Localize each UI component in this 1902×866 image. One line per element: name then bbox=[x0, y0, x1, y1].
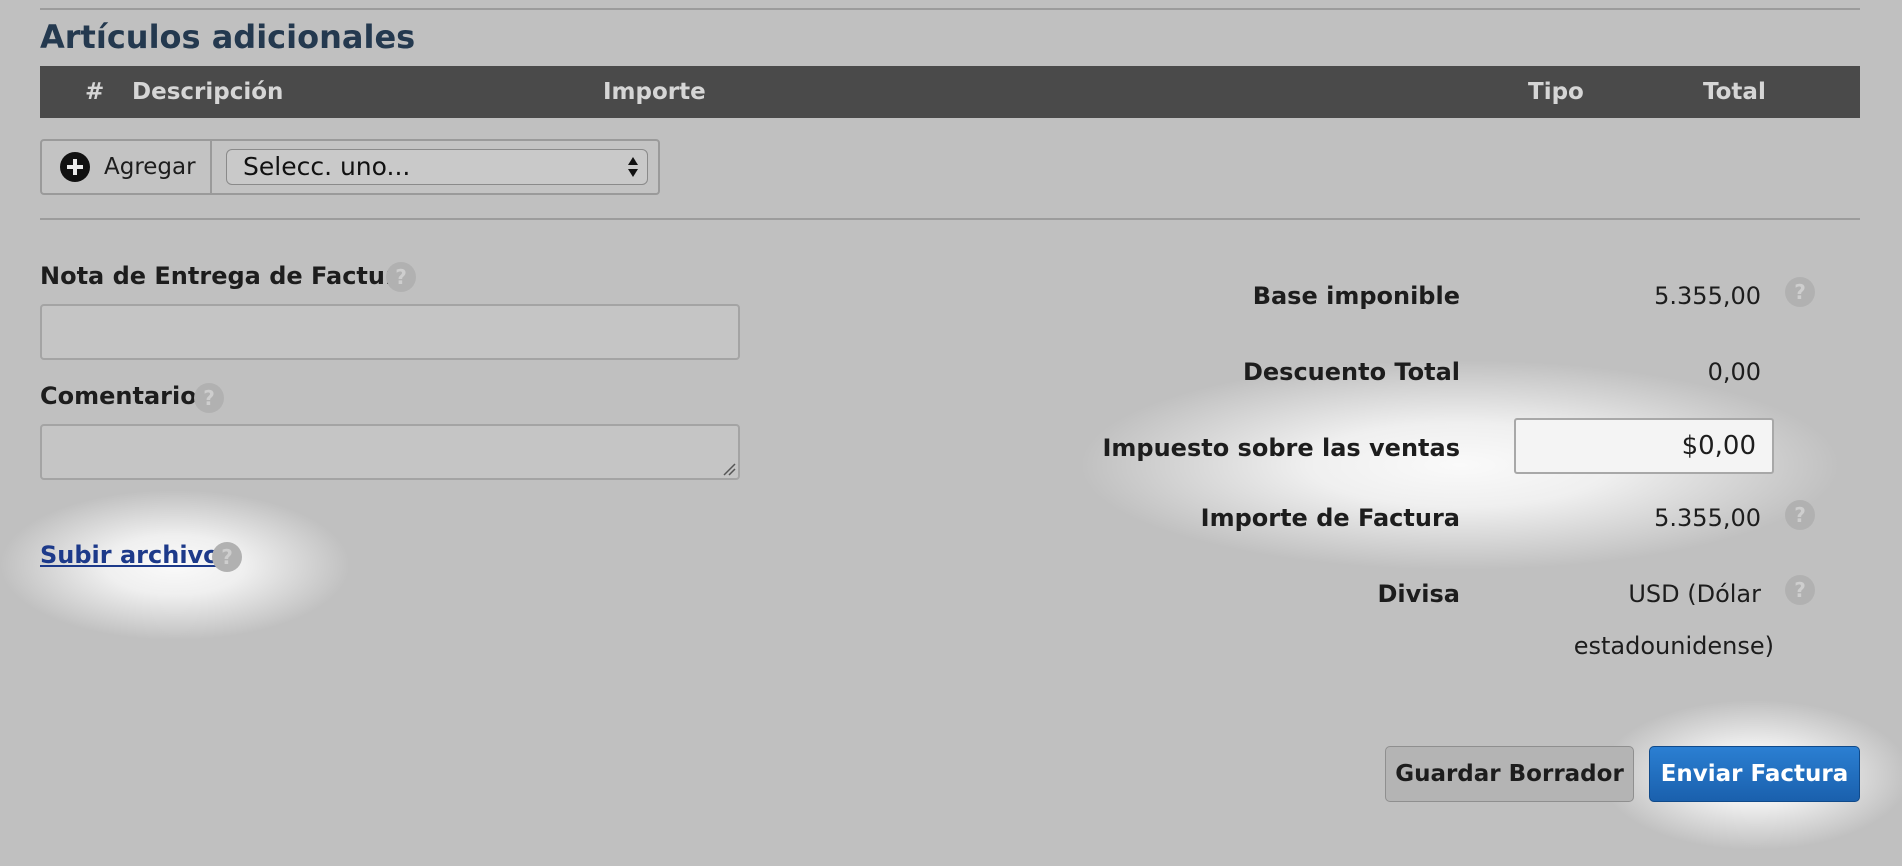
comment-label: Comentario bbox=[40, 382, 197, 410]
select-arrows-icon bbox=[628, 157, 638, 177]
comment-textarea[interactable] bbox=[40, 424, 740, 480]
top-divider bbox=[40, 8, 1860, 10]
column-amount: Importe bbox=[603, 79, 706, 105]
column-index: # bbox=[85, 79, 105, 105]
currency-label: Divisa bbox=[1377, 580, 1461, 608]
resize-grip-icon[interactable] bbox=[722, 462, 736, 476]
items-table-header: # Descripción Importe Tipo Total bbox=[40, 66, 1860, 118]
middle-divider bbox=[40, 218, 1860, 220]
delivery-note-help-icon[interactable]: ? bbox=[386, 262, 416, 292]
item-type-select[interactable]: Selecc. uno... bbox=[226, 149, 648, 185]
add-item-button[interactable]: Agregar bbox=[42, 141, 212, 193]
add-item-label: Agregar bbox=[104, 154, 196, 180]
invoice-amount-label: Importe de Factura bbox=[1200, 504, 1460, 532]
save-draft-button[interactable]: Guardar Borrador bbox=[1385, 746, 1634, 802]
base-amount-help-icon[interactable]: ? bbox=[1785, 277, 1815, 307]
total-discount-value: 0,00 bbox=[1707, 358, 1761, 386]
item-type-select-value: Selecc. uno... bbox=[243, 152, 411, 181]
upload-help-icon[interactable]: ? bbox=[212, 542, 242, 572]
section-title: Artículos adicionales bbox=[40, 18, 416, 56]
currency-value-line2: estadounidense) bbox=[1573, 632, 1774, 660]
column-description: Descripción bbox=[132, 79, 284, 105]
currency-help-icon[interactable]: ? bbox=[1785, 575, 1815, 605]
invoice-amount-help-icon[interactable]: ? bbox=[1785, 500, 1815, 530]
comment-help-icon[interactable]: ? bbox=[194, 383, 224, 413]
sales-tax-input[interactable]: $0,00 bbox=[1514, 418, 1774, 474]
add-item-group: Agregar Selecc. uno... bbox=[40, 139, 660, 195]
column-type: Tipo bbox=[1528, 79, 1584, 105]
base-amount-label: Base imponible bbox=[1252, 282, 1460, 310]
delivery-note-label: Nota de Entrega de Factura bbox=[40, 262, 414, 290]
sales-tax-label: Impuesto sobre las ventas bbox=[1102, 434, 1460, 462]
invoice-amount-value: 5.355,00 bbox=[1654, 504, 1761, 532]
plus-circle-icon bbox=[60, 152, 90, 182]
column-total: Total bbox=[1703, 79, 1766, 105]
send-invoice-button[interactable]: Enviar Factura bbox=[1649, 746, 1860, 802]
base-amount-value: 5.355,00 bbox=[1654, 282, 1761, 310]
upload-file-link[interactable]: Subir archivo bbox=[40, 541, 220, 569]
total-discount-label: Descuento Total bbox=[1242, 358, 1460, 386]
currency-value-line1: USD (Dólar bbox=[1628, 580, 1761, 608]
delivery-note-input[interactable] bbox=[40, 304, 740, 360]
